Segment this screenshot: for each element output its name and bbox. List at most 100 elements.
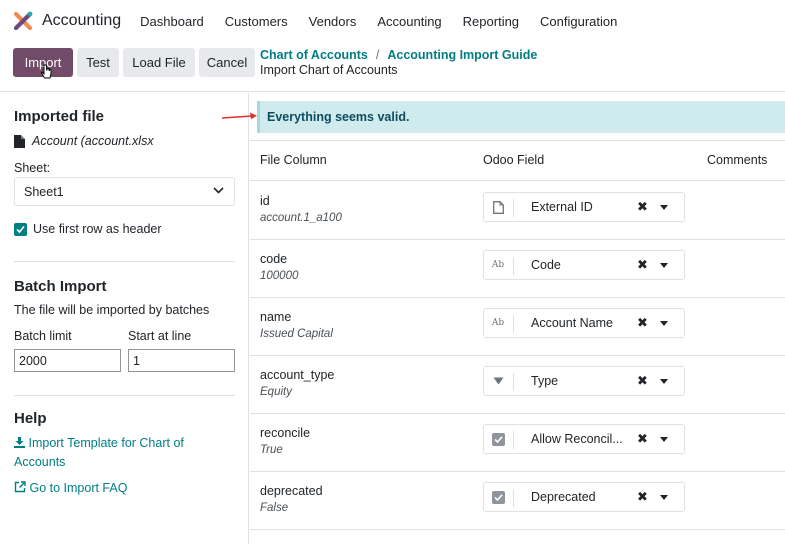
app-title: Accounting <box>42 12 122 29</box>
start-line-label: Start at line <box>128 329 192 343</box>
file-column-sample: False <box>260 502 289 514</box>
annotation-arrow-icon <box>221 112 257 120</box>
mouse-cursor-icon <box>41 64 52 79</box>
sidebar-divider <box>14 395 235 396</box>
batch-limit-input[interactable]: 2000 <box>14 349 121 372</box>
imported-file-heading: Imported file <box>14 108 105 125</box>
help-heading: Help <box>14 410 47 427</box>
file-column-sample: Issued Capital <box>260 328 333 340</box>
caret-down-icon[interactable] <box>660 321 668 326</box>
odoo-field-select[interactable]: External ID ✖ <box>483 192 685 222</box>
close-icon[interactable]: ✖ <box>637 373 648 389</box>
import-template-link[interactable]: Import Template for Chart of Accounts <box>14 434 214 472</box>
control-panel: Import Test Load File Cancel Chart of Ac… <box>0 42 785 92</box>
nav-configuration[interactable]: Configuration <box>540 14 617 29</box>
text-ab-icon: Ab <box>491 318 505 328</box>
sheet-label: Sheet: <box>14 161 51 175</box>
chevron-down-icon <box>213 187 224 194</box>
batch-import-heading: Batch Import <box>14 278 107 295</box>
text-ab-icon: Ab <box>491 260 505 270</box>
close-icon[interactable]: ✖ <box>637 257 648 273</box>
nav-dashboard[interactable]: Dashboard <box>140 14 204 29</box>
file-column-sample: account.1_a100 <box>260 212 342 224</box>
odoo-field-value: Deprecated <box>531 490 596 504</box>
close-icon[interactable]: ✖ <box>637 431 648 447</box>
file-icon <box>14 134 25 148</box>
checkbox-icon <box>491 432 505 446</box>
breadcrumb-separator: / <box>375 48 380 62</box>
odoo-field-value: Allow Reconcil... <box>531 432 623 446</box>
batch-import-description: The file will be imported by batches <box>14 303 210 317</box>
caret-down-icon[interactable] <box>660 379 668 384</box>
file-column-name: name <box>260 310 292 324</box>
file-column-name: reconcile <box>260 426 311 440</box>
caret-down-icon[interactable] <box>660 437 668 442</box>
breadcrumb-import-guide[interactable]: Accounting Import Guide <box>387 48 537 63</box>
file-column-name: deprecated <box>260 484 323 498</box>
top-navbar: Accounting Dashboard Customers Vendors A… <box>0 0 785 42</box>
header-file-column: File Column <box>260 153 327 167</box>
nav-customers[interactable]: Customers <box>225 14 288 29</box>
test-button[interactable]: Test <box>77 48 119 77</box>
caret-down-icon[interactable] <box>660 205 668 210</box>
table-divider <box>250 180 785 181</box>
download-icon <box>14 437 25 448</box>
caret-down-icon <box>491 374 505 388</box>
table-divider <box>250 471 785 472</box>
close-icon[interactable]: ✖ <box>637 199 648 215</box>
odoo-field-select[interactable]: Type ✖ <box>483 366 685 396</box>
accounting-app-icon <box>13 11 33 31</box>
breadcrumb-chart-of-accounts[interactable]: Chart of Accounts <box>260 48 368 63</box>
app-brand[interactable]: Accounting <box>13 11 121 31</box>
close-icon[interactable]: ✖ <box>637 489 648 505</box>
nav-vendors[interactable]: Vendors <box>309 14 357 29</box>
start-line-input[interactable]: 1 <box>128 349 235 372</box>
odoo-field-select[interactable]: Allow Reconcil... ✖ <box>483 424 685 454</box>
import-sidebar: Imported file Account (account.xlsx Shee… <box>0 93 249 544</box>
odoo-field-select[interactable]: Ab Code ✖ <box>483 250 685 280</box>
external-link-icon <box>14 481 26 493</box>
file-column-name: code <box>260 252 288 266</box>
caret-down-icon[interactable] <box>660 495 668 500</box>
validation-alert: Everything seems valid. <box>257 101 785 133</box>
header-comments: Comments <box>707 153 768 167</box>
odoo-field-value: Account Name <box>531 316 613 330</box>
close-icon[interactable]: ✖ <box>637 315 648 331</box>
import-faq-text: Go to Import FAQ <box>29 481 128 495</box>
sidebar-divider <box>14 261 235 262</box>
file-name-text: Account (account.xlsx <box>32 134 154 148</box>
sheet-select-value: Sheet1 <box>24 184 64 199</box>
odoo-field-value: Type <box>531 374 559 388</box>
import-template-text: Import Template for Chart of Accounts <box>14 436 184 469</box>
odoo-field-select[interactable]: Ab Account Name ✖ <box>483 308 685 338</box>
caret-down-icon[interactable] <box>660 263 668 268</box>
first-row-header-label: Use first row as header <box>33 222 162 236</box>
sheet-select[interactable]: Sheet1 <box>14 177 235 206</box>
file-column-sample: Equity <box>260 386 292 398</box>
table-divider <box>250 239 785 240</box>
table-divider <box>250 355 785 356</box>
nav-reporting[interactable]: Reporting <box>463 14 519 29</box>
import-faq-link[interactable]: Go to Import FAQ <box>14 479 127 498</box>
file-column-sample: True <box>260 444 283 456</box>
file-column-name: account_type <box>260 368 335 382</box>
batch-limit-label: Batch limit <box>14 329 72 343</box>
odoo-field-select[interactable]: Deprecated ✖ <box>483 482 685 512</box>
table-divider <box>250 297 785 298</box>
first-row-header-checkbox[interactable] <box>14 222 27 236</box>
file-icon <box>491 200 505 214</box>
check-icon <box>16 225 25 233</box>
table-divider <box>250 413 785 414</box>
odoo-field-value: External ID <box>531 200 593 214</box>
breadcrumb-current: Import Chart of Accounts <box>260 63 398 77</box>
file-column-sample: 100000 <box>260 270 299 282</box>
first-row-header-option[interactable]: Use first row as header <box>14 222 162 236</box>
cancel-button[interactable]: Cancel <box>199 48 255 77</box>
nav-accounting[interactable]: Accounting <box>377 14 441 29</box>
header-odoo-field: Odoo Field <box>483 153 545 167</box>
table-divider <box>250 140 785 141</box>
load-file-button[interactable]: Load File <box>123 48 195 77</box>
odoo-field-value: Code <box>531 258 561 272</box>
imported-file-name: Account (account.xlsx <box>14 134 154 148</box>
file-column-name: id <box>260 194 270 208</box>
